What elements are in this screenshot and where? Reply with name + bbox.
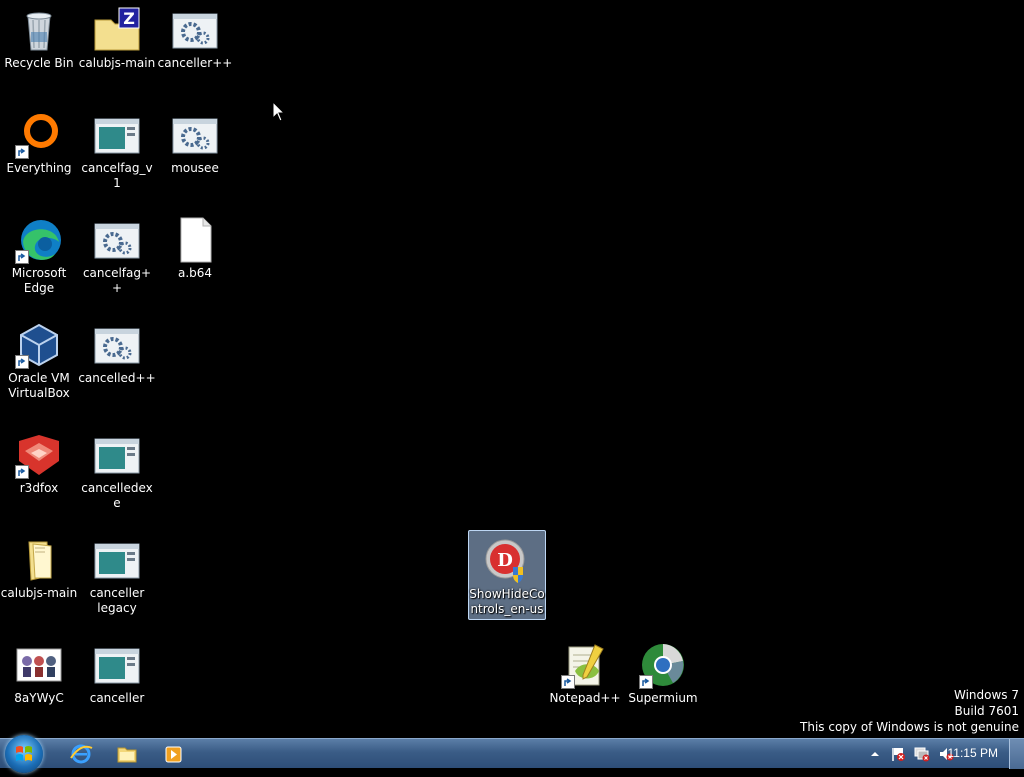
desktop-icon-label: cancelled++ (78, 371, 156, 385)
recycle-bin-icon (15, 6, 63, 54)
desktop-icon-label: calubjs-main (0, 586, 78, 600)
shortcut-arrow-icon (15, 465, 29, 479)
watermark-genuine-notice: This copy of Windows is not genuine (800, 720, 1019, 734)
edge-icon (15, 216, 63, 264)
desktop-icon-mousee[interactable]: mousee (156, 105, 234, 176)
shortcut-arrow-icon (15, 250, 29, 264)
windows-watermark: Windows 7 Build 7601 This copy of Window… (800, 687, 1019, 735)
desktop-icon-label: Recycle Bin (4, 56, 74, 70)
desktop-icon-a-b64[interactable]: a.b64 (156, 210, 234, 281)
gear-icon (93, 321, 141, 369)
desktop-icon-label: canceller++ (157, 56, 233, 70)
taskbar-internet-explorer[interactable] (66, 741, 96, 767)
desktop-icon-label: Notepad++ (549, 691, 621, 705)
notepad-plus-plus-icon (561, 641, 609, 689)
start-button[interactable] (5, 735, 43, 773)
blank-file-icon (171, 216, 219, 264)
folder-icon (15, 536, 63, 584)
application-window-icon (93, 111, 141, 159)
desktop-icon-label: Everything (6, 161, 72, 175)
svg-text:Z: Z (123, 9, 135, 28)
svg-text:D: D (497, 550, 513, 571)
desktop-icon-cancelled-pp[interactable]: cancelled++ (78, 315, 156, 386)
watermark-os-name: Windows 7 (953, 688, 1019, 702)
desktop-icon-calubjs-folder[interactable]: calubjs-main (0, 530, 78, 601)
zip-folder-icon: Z (93, 6, 141, 54)
desktop-icon-8aywyc[interactable]: 8aYWyC (0, 635, 78, 706)
desktop-icon-cancelfag-v1[interactable]: cancelfag_v1 (78, 105, 156, 191)
shortcut-arrow-icon (15, 355, 29, 369)
desktop-icon-microsoft-edge[interactable]: Microsoft Edge (0, 210, 78, 296)
desktop-icon-notepad-pp[interactable]: Notepad++ (546, 635, 624, 706)
supermium-icon (639, 641, 687, 689)
desktop-icon-supermium[interactable]: Supermium (624, 635, 702, 706)
showhidecontrols-icon: D (483, 537, 531, 585)
desktop-icon-label: a.b64 (177, 266, 213, 280)
taskbar-media-player[interactable] (158, 741, 188, 767)
desktop-icon-label: calubjs-main (78, 56, 156, 70)
network-icon[interactable] (914, 746, 930, 762)
desktop-icon-showhidecontrols[interactable]: D ShowHideControls_en-us (468, 530, 546, 620)
application-window-icon (93, 536, 141, 584)
desktop-icon-label: mousee (171, 161, 219, 175)
desktop-icon-canceller-legacy[interactable]: canceller legacy (78, 530, 156, 616)
desktop-icon-canceller[interactable]: canceller (78, 635, 156, 706)
virtualbox-icon (15, 321, 63, 369)
desktop-icon-label: Microsoft Edge (11, 266, 67, 295)
desktop-icon-calubjs-zip[interactable]: Z calubjs-main (78, 0, 156, 71)
show-desktop-button[interactable] (1009, 739, 1024, 769)
desktop-icon-label: Supermium (628, 691, 698, 705)
desktop-icon-cancelfag-pp[interactable]: cancelfag++ (78, 210, 156, 296)
desktop-icon-label: ShowHideControls_en-us (469, 587, 545, 616)
mouse-pointer-icon (272, 100, 286, 127)
shortcut-arrow-icon (561, 675, 575, 689)
image-thumbnail-icon (15, 641, 63, 689)
desktop-icon-label: cancelledexe (81, 481, 153, 510)
shortcut-arrow-icon (639, 675, 653, 689)
desktop-icon-cancelledexe[interactable]: cancelledexe (78, 425, 156, 511)
desktop-icon-virtualbox[interactable]: Oracle VM VirtualBox (0, 315, 78, 401)
application-window-icon (93, 431, 141, 479)
gear-icon (171, 6, 219, 54)
desktop-icon-canceller-pp[interactable]: canceller++ (156, 0, 234, 71)
media-player-icon (165, 746, 182, 763)
gear-icon (171, 111, 219, 159)
action-center-flag-icon[interactable] (890, 746, 906, 762)
show-hidden-icons-chevron-icon[interactable] (867, 746, 883, 762)
desktop-icon-label: cancelfag_v1 (81, 161, 153, 190)
desktop-icon-label: canceller legacy (89, 586, 145, 615)
taskbar-clock[interactable]: 11:15 PM (948, 746, 998, 760)
watermark-build: Build 7601 (954, 704, 1019, 718)
application-window-icon (93, 641, 141, 689)
desktop-icon-everything[interactable]: Everything (0, 105, 78, 176)
desktop-icon-label: 8aYWyC (14, 691, 64, 705)
shortcut-arrow-icon (15, 145, 29, 159)
desktop-icon-r3dfox[interactable]: r3dfox (0, 425, 78, 496)
desktop-icon-recycle-bin[interactable]: Recycle Bin (0, 0, 78, 71)
desktop[interactable]: Recycle Bin Everything Microsoft Edge Or… (0, 0, 1024, 738)
taskbar-file-explorer[interactable] (112, 741, 142, 767)
system-tray: 11:15 PM (824, 739, 1024, 769)
taskbar[interactable]: 11:15 PM (0, 735, 1024, 773)
internet-explorer-icon (70, 744, 93, 764)
desktop-icon-label: cancelfag++ (82, 266, 152, 295)
gear-icon (93, 216, 141, 264)
desktop-icon-label: r3dfox (19, 481, 59, 495)
desktop-icon-label: canceller (89, 691, 145, 705)
desktop-icon-label: Oracle VM VirtualBox (8, 371, 70, 400)
r3dfox-icon (15, 431, 63, 479)
windows-logo-icon (16, 746, 32, 761)
everything-icon (15, 111, 63, 159)
file-explorer-icon (117, 747, 137, 763)
